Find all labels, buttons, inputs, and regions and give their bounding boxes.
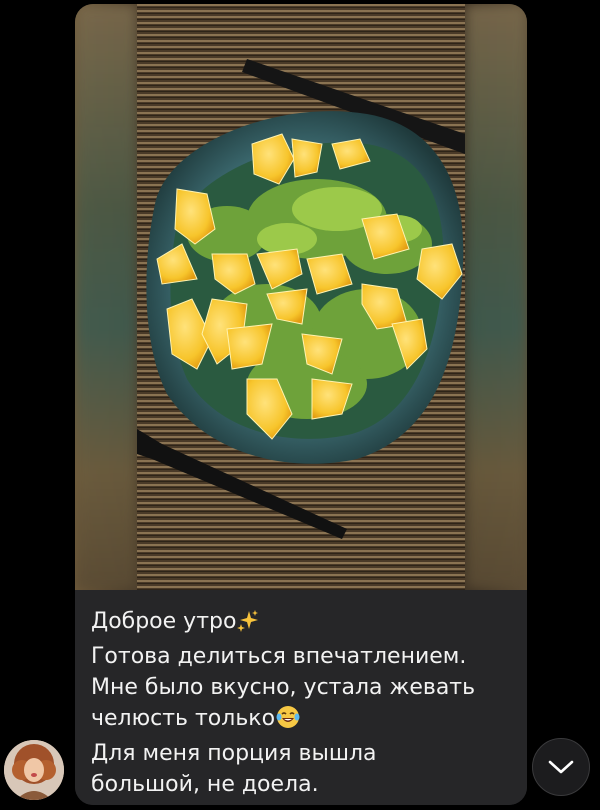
message-bubble[interactable]: Доброе утро Готова делиться впечатлением… [75,4,527,805]
caption-line-3: Мне было вкусно, устала жевать [91,675,476,700]
salad-photo [137,4,465,590]
caption-line-6: большой, не доела. [91,772,319,797]
sparkles-icon [237,610,259,641]
avatar-image [4,740,64,800]
caption-line-4: челюсть только [91,703,509,738]
laughing-tears-icon [276,705,300,738]
scroll-down-button[interactable] [532,738,590,796]
message-photo[interactable] [75,4,527,590]
photo-blur-left [75,4,137,590]
caption-line-2: Готова делиться впечатлением. [91,644,467,669]
chevron-down-icon [548,760,574,774]
avatar[interactable] [4,740,64,800]
caption-line-1: Доброе утро [91,606,509,641]
photo-blur-right [465,4,527,590]
message-caption: Доброе утро Готова делиться впечатлением… [75,590,527,805]
caption-line-5: Для меня порция вышла [91,741,377,766]
